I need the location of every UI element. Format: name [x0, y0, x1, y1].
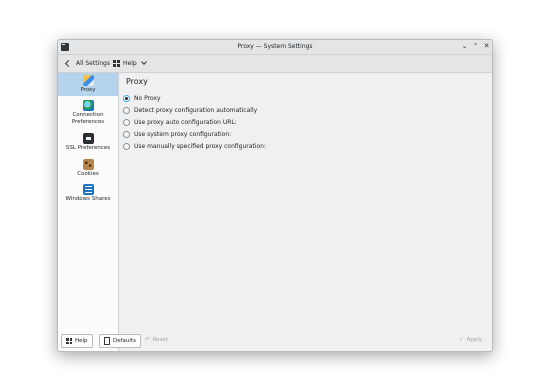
- sidebar-item-label: Connection Preferences: [71, 112, 105, 125]
- toolbar: All Settings Help: [58, 55, 492, 73]
- page-title: Proxy: [126, 77, 148, 86]
- title-bar[interactable]: Proxy — System Settings ⌄ ⌃ ✕: [58, 40, 492, 55]
- help-button-label: Help: [75, 338, 88, 344]
- apply-button-label: Apply: [466, 337, 483, 343]
- globe-icon: [82, 100, 94, 111]
- sidebar-item-connection-preferences[interactable]: Connection Preferences: [58, 100, 118, 125]
- window-title: Proxy — System Settings: [237, 43, 313, 50]
- help-grid-icon: [113, 59, 120, 67]
- help-button[interactable]: Help: [61, 334, 93, 348]
- network-share-icon: [82, 184, 94, 195]
- checkmark-icon: ✓: [459, 337, 464, 343]
- radio-no-proxy[interactable]: No Proxy: [123, 95, 161, 102]
- sidebar-item-label: Proxy: [80, 87, 96, 93]
- document-icon: [104, 337, 110, 345]
- footer-bar: Help Defaults ↶ Reset ✓ Apply: [58, 331, 492, 351]
- sidebar-item-label: SSL Preferences: [65, 145, 111, 151]
- help-menu-button[interactable]: Help: [113, 58, 147, 68]
- settings-window: Proxy — System Settings ⌄ ⌃ ✕ All Settin…: [57, 39, 493, 352]
- radio-auto-config-url[interactable]: Use proxy auto configuration URL:: [123, 119, 237, 126]
- reset-button-label: Reset: [152, 337, 168, 343]
- defaults-button-label: Defaults: [113, 338, 136, 344]
- proxy-settings-panel: Proxy No Proxy Detect proxy configuratio…: [119, 73, 492, 325]
- sidebar-item-proxy[interactable]: Proxy: [58, 73, 118, 96]
- sidebar-item-windows-shares[interactable]: Windows Shares: [58, 184, 118, 203]
- proxy-icon: [82, 75, 94, 86]
- radio-label: Use system proxy configuration:: [134, 131, 232, 138]
- radio-detect-automatically[interactable]: Detect proxy configuration automatically: [123, 107, 257, 114]
- radio-label: Detect proxy configuration automatically: [134, 107, 258, 114]
- radio-label: No Proxy: [134, 95, 161, 102]
- help-icon: [66, 338, 72, 344]
- sidebar: Proxy Connection Preferences SSL Prefere…: [58, 73, 119, 351]
- minimize-icon[interactable]: ⌄: [460, 42, 469, 51]
- radio-manual-proxy[interactable]: Use manually specified proxy configurati…: [123, 143, 266, 150]
- radio-label: Use proxy auto configuration URL:: [134, 119, 237, 126]
- help-menu-label: Help: [123, 59, 137, 67]
- sidebar-item-label: Cookies: [77, 171, 99, 177]
- apply-button[interactable]: ✓ Apply: [459, 334, 482, 346]
- radio-button[interactable]: [123, 107, 130, 114]
- undo-icon: ↶: [145, 337, 150, 343]
- radio-button[interactable]: [123, 119, 130, 126]
- sidebar-item-cookies[interactable]: Cookies: [58, 159, 118, 178]
- radio-label: Use manually specified proxy configurati…: [134, 143, 266, 150]
- radio-button[interactable]: [123, 131, 130, 138]
- all-settings-label: All Settings: [76, 59, 110, 67]
- chevron-down-icon: [140, 59, 147, 65]
- defaults-button[interactable]: Defaults: [99, 334, 141, 348]
- reset-button[interactable]: ↶ Reset: [145, 334, 168, 346]
- certificate-icon: [82, 133, 94, 144]
- sidebar-item-ssl-preferences[interactable]: SSL Preferences: [58, 133, 118, 152]
- sidebar-item-label: Windows Shares: [65, 196, 111, 202]
- back-arrow-icon: [64, 59, 73, 67]
- radio-system-proxy[interactable]: Use system proxy configuration:: [123, 131, 231, 138]
- close-icon[interactable]: ✕: [482, 42, 491, 51]
- radio-button[interactable]: [123, 143, 130, 150]
- cookie-icon: [82, 159, 94, 170]
- all-settings-button[interactable]: All Settings: [64, 58, 110, 68]
- radio-button[interactable]: [123, 95, 130, 102]
- maximize-icon[interactable]: ⌃: [471, 42, 480, 51]
